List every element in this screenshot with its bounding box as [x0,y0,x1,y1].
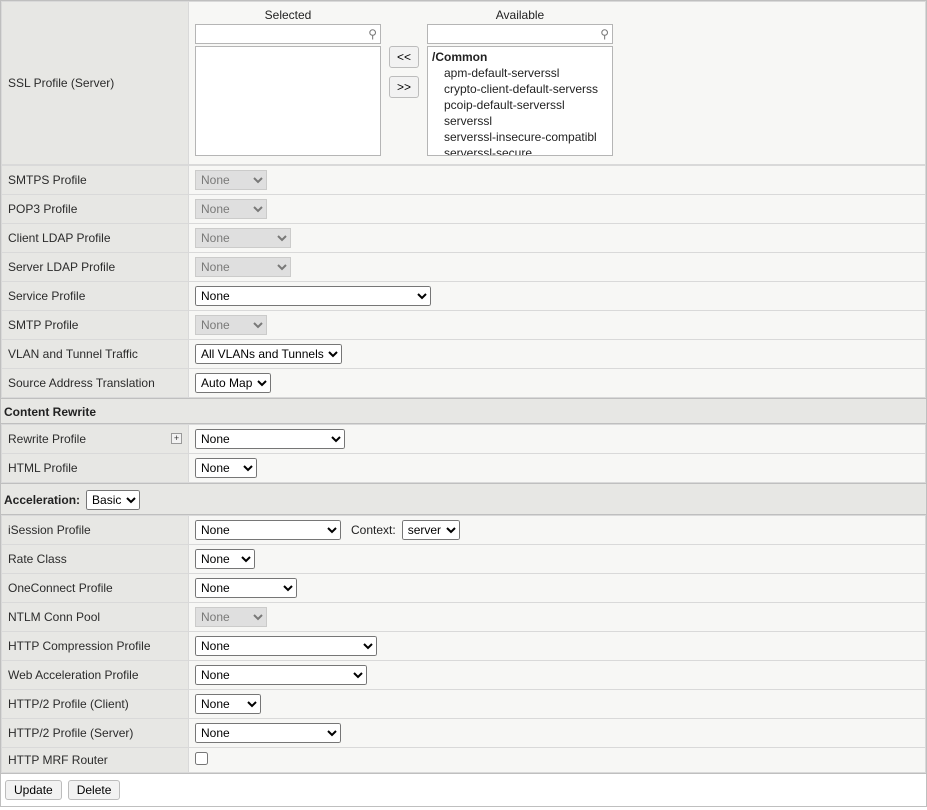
acceleration-mode-select[interactable]: Basic [86,490,140,510]
client-ldap-profile-select: None [195,228,291,248]
rewrite-profile-label: Rewrite Profile [8,432,86,446]
oneconnect-profile-select[interactable]: None [195,578,297,598]
smtp-profile-select: None [195,315,267,335]
available-header: Available [496,8,544,22]
available-item[interactable]: serverssl-insecure-compatibl [428,129,612,145]
available-item[interactable]: crypto-client-default-serverss [428,81,612,97]
ssl-server-profile-label: SSL Profile (Server) [2,2,189,165]
vlan-tunnel-traffic-label: VLAN and Tunnel Traffic [8,347,138,361]
pop3-profile-label: POP3 Profile [8,202,77,216]
available-filter-input[interactable] [427,24,613,44]
available-item[interactable]: serverssl-secure [428,145,612,156]
isession-profile-label: iSession Profile [8,523,91,537]
selected-filter-input[interactable] [195,24,381,44]
html-profile-select[interactable]: None [195,458,257,478]
http2-server-profile-label: HTTP/2 Profile (Server) [8,726,133,740]
ntlm-conn-pool-select: None [195,607,267,627]
smtps-profile-select: None [195,170,267,190]
source-address-translation-label: Source Address Translation [8,376,155,390]
server-ldap-profile-label: Server LDAP Profile [8,260,115,274]
available-group: /Common [428,49,612,65]
service-profile-label: Service Profile [8,289,85,303]
web-acceleration-profile-select[interactable]: None [195,665,367,685]
source-address-translation-select[interactable]: Auto Map [195,373,271,393]
selected-listbox[interactable] [195,46,381,156]
oneconnect-profile-label: OneConnect Profile [8,581,113,595]
service-profile-select[interactable]: None [195,286,431,306]
smtp-profile-label: SMTP Profile [8,318,78,332]
http2-client-profile-select[interactable]: None [195,694,261,714]
http2-server-profile-select[interactable]: None [195,723,341,743]
isession-context-label: Context: [351,523,396,537]
http2-client-profile-label: HTTP/2 Profile (Client) [8,697,129,711]
rate-class-select[interactable]: None [195,549,255,569]
vlan-tunnel-traffic-select[interactable]: All VLANs and Tunnels [195,344,342,364]
available-item[interactable]: pcoip-default-serverssl [428,97,612,113]
isession-context-select[interactable]: server [402,520,460,540]
update-button[interactable]: Update [5,780,62,800]
available-item[interactable]: serverssl [428,113,612,129]
move-right-button[interactable]: >> [389,76,419,98]
isession-profile-select[interactable]: None [195,520,341,540]
ntlm-conn-pool-label: NTLM Conn Pool [8,610,100,624]
available-listbox[interactable]: /Commonapm-default-serversslcrypto-clien… [427,46,613,156]
http-compression-profile-label: HTTP Compression Profile [8,639,151,653]
acceleration-header: Acceleration: [4,493,80,507]
content-rewrite-header: Content Rewrite [4,405,96,419]
add-rewrite-profile-icon[interactable]: + [171,433,182,444]
ssl-server-dual-list: Selected ⚲ << >> Available [195,6,919,160]
move-left-button[interactable]: << [389,46,419,68]
web-acceleration-profile-label: Web Acceleration Profile [8,668,139,682]
available-item[interactable]: apm-default-serverssl [428,65,612,81]
client-ldap-profile-label: Client LDAP Profile [8,231,111,245]
selected-header: Selected [265,8,312,22]
html-profile-label: HTML Profile [8,461,78,475]
pop3-profile-select: None [195,199,267,219]
http-mrf-router-checkbox[interactable] [195,752,208,765]
rewrite-profile-select[interactable]: None [195,429,345,449]
http-compression-profile-select[interactable]: None [195,636,377,656]
rate-class-label: Rate Class [8,552,67,566]
delete-button[interactable]: Delete [68,780,121,800]
server-ldap-profile-select: None [195,257,291,277]
http-mrf-router-label: HTTP MRF Router [8,753,108,767]
smtps-profile-label: SMTPS Profile [8,173,87,187]
